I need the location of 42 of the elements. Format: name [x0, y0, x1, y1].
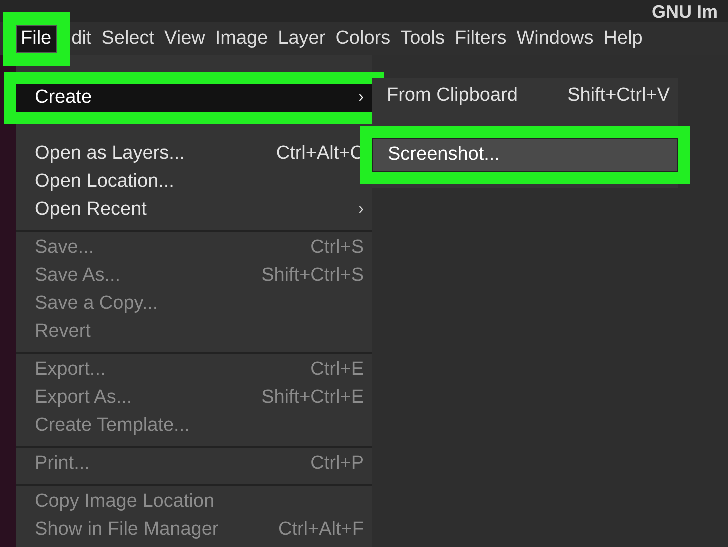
entry-label: Save As... [35, 265, 122, 287]
shortcut-label: Ctrl+P [310, 453, 364, 475]
entry-label: Save... [35, 237, 96, 259]
entry-label: Create Template... [35, 415, 191, 437]
entry-label: Show in File Manager [35, 519, 220, 541]
menu-item[interactable]: Tools [400, 26, 446, 52]
menu-entry[interactable]: Create › [16, 84, 372, 112]
menu-item[interactable]: Filters [454, 26, 508, 52]
entry-label: Open as Layers... [35, 143, 186, 165]
menu-item[interactable]: Image [214, 26, 270, 52]
shortcut-label: Ctrl+S [310, 237, 364, 259]
shortcut-label: Ctrl+Alt+C [276, 143, 364, 165]
menu-item[interactable]: Windows [516, 26, 595, 52]
entry-label: Copy Image Location [35, 491, 216, 513]
entry-label: Screenshot... [388, 144, 501, 166]
menu-entry[interactable]: Open as Layers... Ctrl+Alt+C [16, 140, 372, 168]
entry-label: Export... [35, 359, 107, 381]
shortcut-label: Shift+Ctrl+S [262, 265, 364, 287]
entry-label: Open Recent [35, 199, 148, 221]
submenu-arrow: › [358, 201, 364, 219]
entry-label: Revert [35, 321, 92, 343]
entry-label: Print... [35, 453, 91, 475]
menu-item[interactable]: View [164, 26, 206, 52]
menu-item[interactable]: dit [70, 26, 93, 52]
shortcut-label: Shift+Ctrl+V [568, 85, 670, 107]
entry-label: Save a Copy... [35, 293, 160, 315]
entry-label: Create [35, 87, 94, 109]
menu-item[interactable]: Help [602, 26, 644, 52]
window-title: GNU Im [652, 2, 718, 22]
entry-label: Open Location... [35, 171, 176, 193]
submenu-arrow: › [358, 89, 364, 107]
shortcut-label: Ctrl+E [310, 359, 364, 381]
menu-entry[interactable]: Open Location... [16, 168, 372, 196]
menu-item[interactable]: Layer [277, 26, 327, 52]
menu-item[interactable]: Select [100, 26, 156, 52]
menu-entry[interactable]: From Clipboard Shift+Ctrl+V [372, 82, 678, 110]
shortcut-label: Shift+Ctrl+E [262, 387, 364, 409]
entry-label: Export As... [35, 387, 134, 409]
menu-entry[interactable]: Open Recent › [16, 196, 372, 224]
entry-label: From Clipboard [387, 85, 519, 107]
menu-item[interactable]: Colors [334, 26, 392, 52]
shortcut-label: Ctrl+Alt+F [278, 519, 364, 541]
